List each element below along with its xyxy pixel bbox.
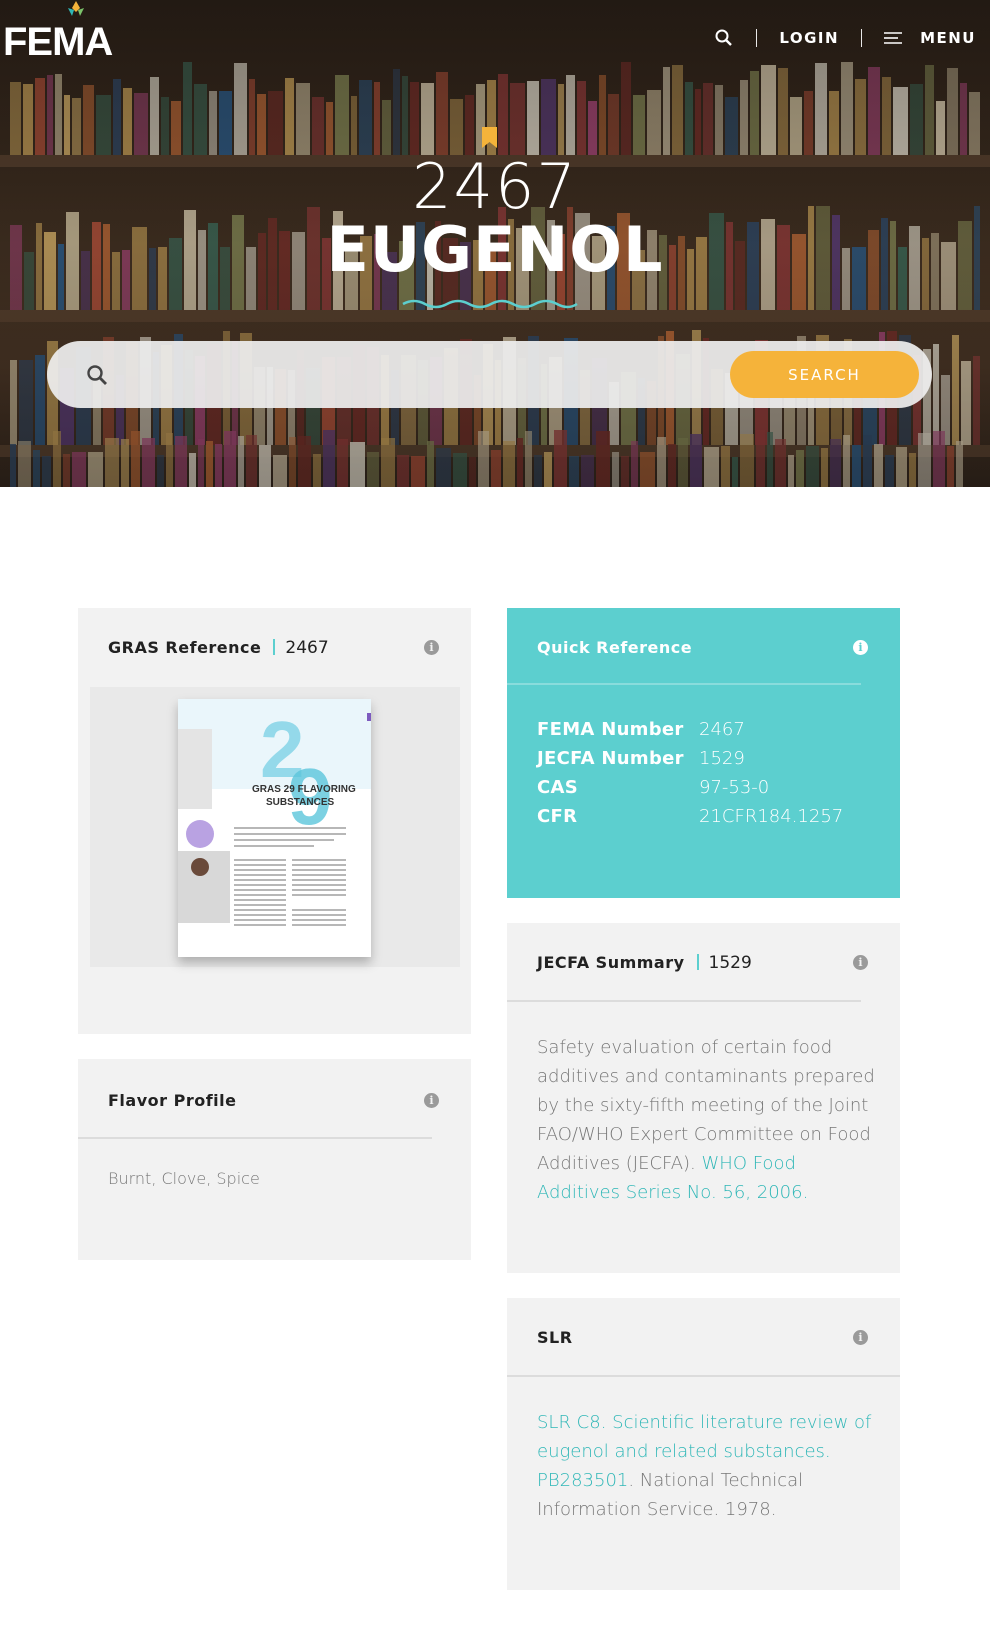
substance-name-heading: EUGENOL [326, 213, 664, 286]
header-divider [273, 639, 276, 655]
info-icon[interactable]: i [853, 955, 868, 970]
search-input[interactable] [127, 351, 767, 398]
logo-leaf-icon [68, 1, 84, 16]
gras-reference-title: GRAS Reference [108, 638, 262, 657]
quick-reference-key: CAS [537, 777, 579, 798]
quick-reference-row: JECFA Number 1529 [537, 748, 745, 769]
info-icon[interactable]: i [424, 1093, 439, 1108]
card-divider [78, 1137, 432, 1139]
quick-reference-header: Quick Reference [537, 638, 693, 657]
quick-reference-key: CFR [537, 806, 578, 827]
menu-icon[interactable] [884, 31, 903, 45]
cover-artwork: 2 9 GRAS 29 FLAVORING SUBSTANCES [178, 699, 371, 957]
gras-reference-header: GRAS Reference 2467 [108, 638, 329, 658]
info-icon[interactable]: i [424, 640, 439, 655]
quick-reference-row: FEMA Number 2467 [537, 719, 745, 740]
quick-reference-row: CAS 97-53-0 [537, 777, 769, 798]
top-navigation: LOGIN MENU [714, 24, 976, 52]
jecfa-summary-title: JECFA Summary [537, 953, 685, 972]
card-divider [507, 1000, 861, 1002]
quick-reference-card: Quick Reference i FEMA Number 2467 JECFA… [507, 608, 900, 898]
quick-reference-key: FEMA Number [537, 719, 684, 740]
nav-divider [756, 29, 758, 47]
gras-reference-card: GRAS Reference 2467 i 2 9 GRAS 29 FLAVORI… [78, 608, 471, 1034]
info-icon[interactable]: i [853, 1330, 868, 1345]
svg-text:GRAS 29 FLAVORING: GRAS 29 FLAVORING [252, 784, 356, 795]
hero-banner: FEMA LOGIN MENU 2467 EUGENOL SEARCH [0, 0, 990, 487]
slr-header: SLR [537, 1328, 573, 1347]
quick-reference-row: CFR 21CFR184.1257 [537, 806, 843, 827]
jecfa-summary-text: Safety evaluation of certain food additi… [537, 1033, 877, 1207]
jecfa-number: 1529 [708, 953, 752, 973]
slr-text: SLR C8. Scientific literature review of … [537, 1408, 872, 1524]
quick-reference-value: 97-53-0 [699, 777, 770, 798]
info-icon[interactable]: i [853, 640, 868, 655]
quick-reference-value: 21CFR184.1257 [699, 806, 844, 827]
flavor-profile-card: Flavor Profile i Burnt, Clove, Spice [78, 1059, 471, 1260]
bookmark-icon[interactable] [481, 127, 498, 148]
publication-cover-image[interactable]: 2 9 GRAS 29 FLAVORING SUBSTANCES [178, 699, 371, 957]
login-link[interactable]: LOGIN [779, 29, 839, 47]
nav-divider [861, 29, 863, 47]
logo-text: FEMA [3, 20, 113, 64]
search-icon[interactable] [714, 28, 734, 48]
search-button[interactable]: SEARCH [730, 351, 919, 398]
slr-pb-link[interactable]: PB283501 [537, 1470, 628, 1491]
gras-reference-number: 2467 [285, 638, 329, 658]
svg-text:SUBSTANCES: SUBSTANCES [266, 797, 334, 808]
quick-reference-value: 2467 [699, 719, 745, 740]
wave-divider [402, 299, 578, 309]
slr-review-link[interactable]: SLR C8. Scientific literature review of … [537, 1412, 871, 1462]
header-divider [696, 954, 699, 970]
card-divider [507, 683, 861, 685]
search-icon [87, 365, 107, 385]
slr-card: SLR i SLR C8. Scientific literature revi… [507, 1298, 900, 1590]
jecfa-summary-header: JECFA Summary 1529 [537, 953, 752, 973]
flavor-profile-text: Burnt, Clove, Spice [108, 1169, 260, 1188]
publication-cover-frame: 2 9 GRAS 29 FLAVORING SUBSTANCES [90, 687, 460, 967]
menu-link[interactable]: MENU [920, 29, 976, 47]
card-divider [507, 1375, 900, 1377]
flavor-profile-header: Flavor Profile [108, 1091, 237, 1110]
fema-logo[interactable]: FEMA [3, 0, 125, 64]
quick-reference-key: JECFA Number [537, 748, 684, 769]
quick-reference-value: 1529 [699, 748, 745, 769]
jecfa-summary-card: JECFA Summary 1529 i Safety evaluation of… [507, 923, 900, 1273]
search-bar: SEARCH [47, 341, 932, 408]
